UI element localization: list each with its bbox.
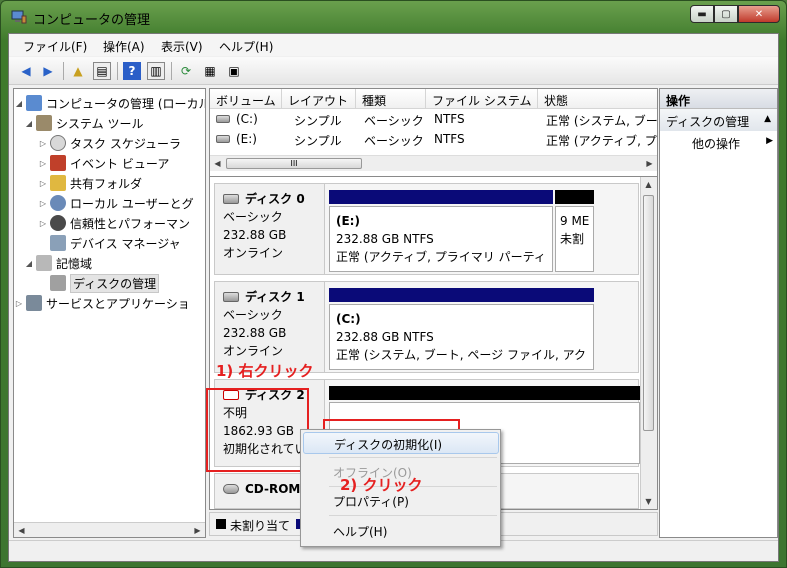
tree-item-task-scheduler[interactable]: ▷ タスク スケジューラ <box>38 133 181 153</box>
show-hide-tree-icon[interactable]: ▤ <box>93 62 111 80</box>
tree-horizontal-scrollbar[interactable]: ◀ ▶ <box>14 522 205 537</box>
partition-e[interactable]: (E:) 232.88 GB NTFS 正常 (アクティブ, プライマリ パーテ… <box>329 206 553 272</box>
maximize-button[interactable]: ▢ <box>714 5 738 23</box>
collapse-icon[interactable]: ◢ <box>24 259 34 268</box>
tree-item-storage[interactable]: ◢ 記憶域 <box>24 253 92 273</box>
menu-file[interactable]: ファイル(F) <box>23 38 87 55</box>
submenu-arrow-icon: ▶ <box>766 136 773 146</box>
expand-icon[interactable]: ▷ <box>14 299 24 308</box>
expand-icon[interactable]: ▷ <box>38 219 48 228</box>
menu-bar: ファイル(F) 操作(A) 表示(V) ヘルプ(H) <box>9 34 778 56</box>
hard-disk-icon <box>223 292 239 302</box>
primary-partition-bar <box>329 190 553 204</box>
expand-icon[interactable]: ▷ <box>38 159 48 168</box>
drive-icon <box>216 135 230 143</box>
scroll-thumb[interactable] <box>643 195 654 431</box>
tree-item-shared-folders[interactable]: ▷ 共有フォルダ <box>38 173 142 193</box>
storage-icon <box>36 255 52 271</box>
unallocated-legend-label: 未割り当て <box>230 519 291 533</box>
users-icon <box>50 195 66 211</box>
menu-help[interactable]: ヘルプ(H) <box>219 38 273 55</box>
expand-icon[interactable]: ▷ <box>38 179 48 188</box>
computer-icon <box>26 95 42 111</box>
actions-header: 操作 <box>660 89 777 109</box>
unallocated-legend-swatch <box>216 519 226 529</box>
expand-icon[interactable]: ▷ <box>38 139 48 148</box>
column-type[interactable]: 種類 <box>356 89 426 109</box>
back-icon[interactable]: ◀ <box>17 62 35 80</box>
clock-icon <box>50 135 66 151</box>
tree-item-device-manager[interactable]: デバイス マネージャ <box>48 233 181 253</box>
scroll-right-icon[interactable]: ▶ <box>190 523 205 537</box>
scroll-down-icon[interactable]: ▼ <box>641 494 656 509</box>
properties-icon[interactable]: ▦ <box>201 62 219 80</box>
title-bar[interactable]: コンピュータの管理 ▬ ▢ ✕ <box>1 1 786 33</box>
export-list-icon[interactable]: ▣ <box>225 62 243 80</box>
menu-action[interactable]: 操作(A) <box>103 38 145 55</box>
menu-view[interactable]: 表示(V) <box>161 38 203 55</box>
column-filesystem[interactable]: ファイル システム <box>426 89 538 109</box>
unallocated-bar <box>329 386 640 400</box>
volume-list-horizontal-scrollbar[interactable]: ◀ III ▶ <box>210 155 657 171</box>
menu-help[interactable]: ヘルプ(H) <box>303 520 499 542</box>
cdrom-icon <box>223 484 239 494</box>
partition-c[interactable]: (C:) 232.88 GB NTFS 正常 (システム, ブート, ページ フ… <box>329 304 594 370</box>
tree-item-root[interactable]: ◢ コンピュータの管理 (ローカル <box>14 93 205 113</box>
menu-initialize-disk[interactable]: ディスクの初期化(I) <box>303 432 499 454</box>
tree-item-disk-management[interactable]: ディスクの管理 <box>48 273 160 293</box>
tree-item-services-apps[interactable]: ▷ サービスとアプリケーショ <box>14 293 190 313</box>
annotation-step-2: 2) クリック <box>340 476 423 494</box>
show-action-pane-icon[interactable]: ▥ <box>147 62 165 80</box>
up-folder-icon[interactable]: ▲ <box>69 62 87 80</box>
minimize-button[interactable]: ▬ <box>690 5 714 23</box>
collapse-section-icon[interactable]: ▲ <box>764 114 771 124</box>
column-status[interactable]: 状態 <box>538 89 657 109</box>
actions-pane: 操作 ディスクの管理 ▲ 他の操作 ▶ <box>659 88 778 538</box>
tools-icon <box>36 115 52 131</box>
column-volume[interactable]: ボリューム <box>210 89 282 109</box>
hard-disk-icon <box>223 194 239 204</box>
highlight-disk-2-label <box>206 388 309 472</box>
tree-item-reliability[interactable]: ▷ 信頼性とパフォーマン <box>38 213 190 233</box>
primary-partition-bar <box>329 288 594 302</box>
tree-item-event-viewer[interactable]: ▷ イベント ビューア <box>38 153 169 173</box>
disk-1-label[interactable]: ディスク 1 ベーシック 232.88 GB オンライン <box>215 282 325 372</box>
event-viewer-icon <box>50 155 66 171</box>
collapse-icon[interactable]: ◢ <box>24 119 34 128</box>
scroll-left-icon[interactable]: ◀ <box>210 156 225 171</box>
disk-view-vertical-scrollbar[interactable]: ▲ ▼ <box>640 177 657 509</box>
toolbar: ◀ ▶ ▲ ▤ ? ▥ ⟳ ▦ ▣ <box>9 57 778 85</box>
shared-folder-icon <box>50 175 66 191</box>
annotation-step-1: 1) 右クリック <box>216 362 314 380</box>
refresh-icon[interactable]: ⟳ <box>177 62 195 80</box>
computer-management-icon <box>11 10 27 24</box>
scroll-up-icon[interactable]: ▲ <box>641 177 656 192</box>
collapse-icon[interactable]: ◢ <box>14 99 24 108</box>
scroll-left-icon[interactable]: ◀ <box>14 523 29 537</box>
services-icon <box>26 295 42 311</box>
window-title: コンピュータの管理 <box>33 13 151 28</box>
help-icon[interactable]: ? <box>123 62 141 80</box>
column-layout[interactable]: レイアウト <box>282 89 356 109</box>
navigation-tree[interactable]: ◢ コンピュータの管理 (ローカル ◢ システム ツール ▷ タスク スケジュー… <box>13 88 206 538</box>
disk-0-label[interactable]: ディスク 0 ベーシック 232.88 GB オンライン <box>215 184 325 274</box>
scroll-thumb[interactable]: III <box>226 158 362 169</box>
drive-icon <box>216 115 230 123</box>
scroll-right-icon[interactable]: ▶ <box>642 156 657 171</box>
menu-separator <box>329 457 497 458</box>
disk-0[interactable]: ディスク 0 ベーシック 232.88 GB オンライン (E:) 232.88… <box>214 183 639 275</box>
tree-item-local-users[interactable]: ▷ ローカル ユーザーとグ <box>38 193 194 213</box>
actions-section-disk-management[interactable]: ディスクの管理 ▲ <box>660 109 777 131</box>
unallocated-partition[interactable]: 9 ME 未割 <box>555 206 594 272</box>
tree-item-system-tools[interactable]: ◢ システム ツール <box>24 113 143 133</box>
unallocated-bar <box>555 190 594 204</box>
close-button[interactable]: ✕ <box>738 5 780 23</box>
forward-icon[interactable]: ▶ <box>39 62 57 80</box>
menu-separator <box>329 515 497 516</box>
device-manager-icon <box>50 235 66 251</box>
performance-icon <box>50 215 66 231</box>
expand-icon[interactable]: ▷ <box>38 199 48 208</box>
disk-management-icon <box>50 275 66 291</box>
action-other-operations[interactable]: 他の操作 ▶ <box>660 131 777 153</box>
